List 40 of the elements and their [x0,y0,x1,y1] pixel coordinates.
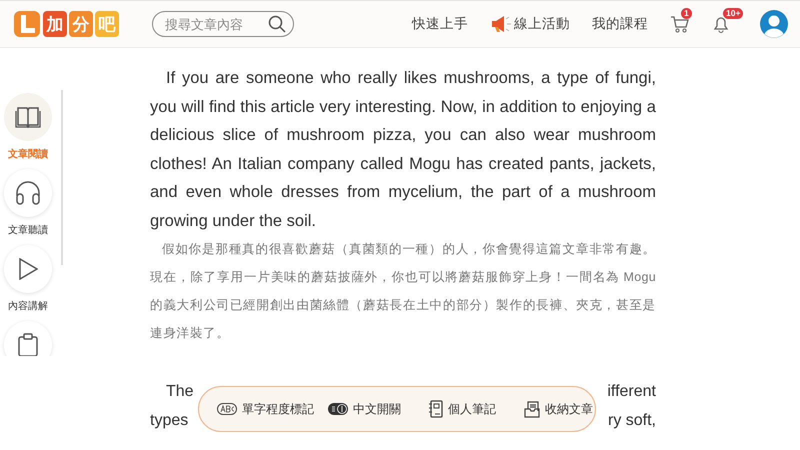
toolbar-button[interactable]: 單字程度標記 [217,400,314,418]
abc-icon [217,403,237,415]
toolbar-button[interactable]: 收納文章 [524,400,593,418]
sidebar-button[interactable] [4,93,52,141]
book-icon [15,106,41,128]
logo-letter: 吧 [95,11,119,37]
sidebar-label: 內容講解 [8,300,48,313]
headphones-icon [14,180,42,206]
sidebar-label: 文章閱讀 [8,147,48,161]
nav-link[interactable]: 我的課程 [592,15,648,33]
article-text: types [150,410,188,430]
nav-link[interactable]: 快速上手 [412,15,468,33]
sidebar-label: 文章聽讀 [8,224,48,237]
translation-paragraph: 假如你是那種真的很喜歡蘑菇（真菌類的一種）的人，你會覺得這篇文章非常有趣。現在，除了享用一片美味的蘑菇披薩外，你也可以將蘑菇服飾穿上身！一間名為 Mogu 的義大利公司已經開創出由菌絲體（蘑菇長在土中的部分）製作的長褲、夾克，甚至是連身洋裝了。 [150,241,656,342]
sidebar-button[interactable] [4,245,52,293]
notebook-icon [429,400,443,418]
search-icon [268,15,286,33]
play-icon [18,258,38,280]
megaphone-icon [490,15,512,33]
article-paragraph: If you are someone who really likes mushrooms, a type of fungi, you will find this article very interesting. Now, in addition to enjoying a delicious slice of mushroom pizza, you can also wear mushroom clothes! An Italian company called Mogu has created pants, jackets, and even whole dresses from mycelium, the part of a mushroom growing under the soil. [150,68,656,232]
avatar-icon[interactable] [760,10,788,38]
archive-icon [524,400,540,418]
nav-link[interactable]: 線上活動 [490,15,570,33]
logo-letter: 加 [43,11,67,37]
bell-icon[interactable] [712,15,730,33]
sidebar-button[interactable] [4,169,52,217]
logo-letter: 分 [69,11,93,37]
article-text: ifferent [607,382,656,402]
sidebar-button[interactable] [4,321,52,356]
article-text: The [166,382,194,402]
clipboard-icon [17,333,39,356]
article-text: ry soft, [608,410,656,430]
notification-badge: 10+ [723,8,744,19]
toggle-icon [328,403,348,415]
search-field[interactable]: 搜尋文章內容 [152,11,294,37]
cart-icon[interactable] [670,15,690,33]
notification-badge: 1 [681,8,692,19]
toolbar-button[interactable]: 中文開關 [328,400,401,418]
logo-icon [13,10,41,38]
toolbar-button[interactable]: 個人筆記 [429,400,496,418]
